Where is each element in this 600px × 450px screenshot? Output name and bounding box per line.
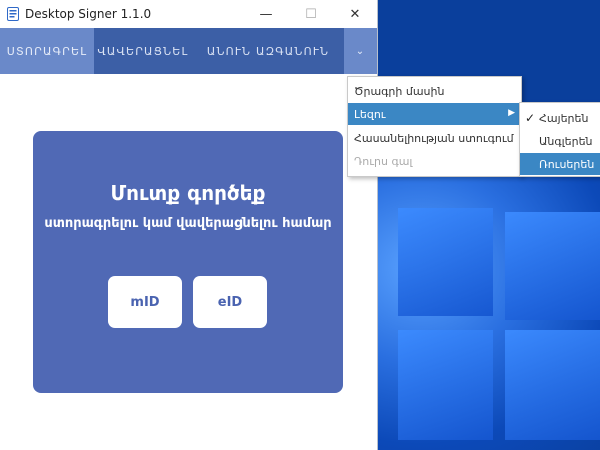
menu-item-logout: Դուրս գալ — [354, 154, 413, 168]
menu-item-label: Լեզու — [354, 107, 386, 121]
menu-item-language[interactable]: Լեզու ▶ — [348, 103, 521, 125]
app-window: Desktop Signer 1.1.0 — ☐ ✕ ՍՏՈՐԱԳՐԵԼ ՎԱՎ… — [0, 0, 377, 450]
nav-bar: ՍՏՈՐԱԳՐԵԼ ՎԱՎԵՐԱՑՆԵԼ ԱՆՈՒՆ ԱԶԳԱՆՈՒՆ ⌄ — [0, 28, 377, 74]
app-icon — [7, 7, 19, 21]
maximize-icon[interactable]: ☐ — [288, 0, 334, 28]
minimize-icon[interactable]: — — [243, 0, 289, 28]
title-bar[interactable]: Desktop Signer 1.1.0 — ☐ ✕ — [0, 0, 377, 28]
language-english[interactable]: Անգլերեն — [520, 130, 600, 152]
check-icon: ✓ — [525, 111, 536, 125]
windows-logo-pane — [505, 330, 600, 440]
eid-button[interactable]: eID — [193, 276, 267, 328]
chevron-down-icon[interactable]: ⌄ — [344, 28, 377, 74]
close-icon[interactable]: ✕ — [332, 0, 378, 28]
menu-item-about[interactable]: Ծրագրի մասին — [348, 80, 521, 102]
login-title: Մուտք գործեք — [110, 181, 266, 205]
tab-verify[interactable]: ՎԱՎԵՐԱՑՆԵԼ — [94, 28, 192, 74]
windows-logo-pane — [398, 330, 493, 440]
language-russian[interactable]: Ռուսերեն — [520, 153, 600, 175]
tab-sign[interactable]: ՍՏՈՐԱԳՐԵԼ — [0, 28, 94, 74]
window-title: Desktop Signer 1.1.0 — [25, 7, 152, 21]
menu-item-availability-check[interactable]: Հասանելիության ստուգում — [348, 127, 521, 149]
language-armenian[interactable]: ✓ Հայերեն — [520, 107, 600, 129]
login-card: Մուտք գործեք ստորագրելու կամ վավերացնելո… — [33, 131, 343, 393]
windows-logo-pane — [398, 208, 493, 316]
user-dropdown-menu: Ծրագրի մասին Լեզու ▶ Հասանելիության ստու… — [347, 76, 522, 177]
language-submenu: ✓ Հայերեն Անգլերեն Ռուսերեն — [519, 102, 600, 177]
mid-button[interactable]: mID — [108, 276, 182, 328]
login-subtitle: ստորագրելու կամ վավերացնելու համար — [44, 216, 332, 231]
tab-user-name[interactable]: ԱՆՈՒՆ ԱԶԳԱՆՈՒՆ — [192, 28, 344, 74]
chevron-right-icon: ▶ — [508, 108, 515, 118]
language-label: Հայերեն — [539, 111, 589, 125]
windows-logo-pane — [505, 212, 600, 320]
